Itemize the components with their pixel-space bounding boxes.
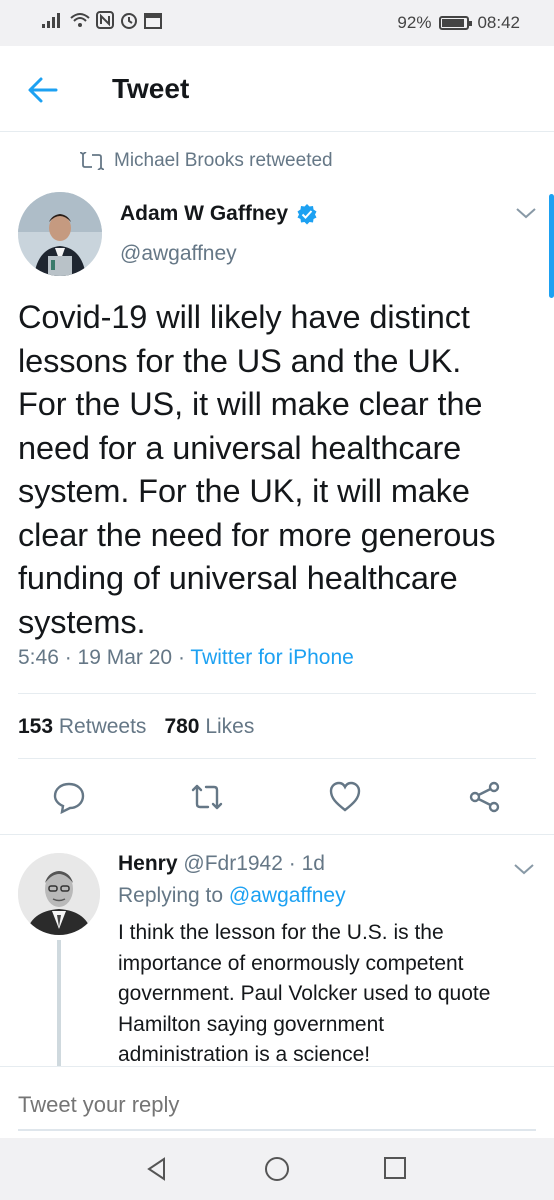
reply-author-handle[interactable]: @Fdr1942 — [183, 852, 283, 875]
likes-count: 780 — [164, 715, 200, 738]
reply-composer — [0, 1066, 554, 1138]
nav-home-icon[interactable] — [264, 1156, 290, 1182]
avatar[interactable] — [18, 192, 102, 276]
divider — [18, 693, 536, 694]
composer-underline — [18, 1129, 536, 1131]
tweet-actions — [0, 780, 554, 820]
author-photo — [18, 192, 102, 276]
reply-avatar-photo — [18, 853, 100, 935]
reply-avatar[interactable] — [18, 853, 100, 935]
reply-icon[interactable] — [52, 780, 86, 814]
nav-recents-icon[interactable] — [383, 1156, 407, 1180]
retweets-count: 153 — [18, 715, 54, 738]
reply-text: I think the lesson for the U.S. is the i… — [118, 921, 491, 1066]
reply-author-name[interactable]: Henry — [118, 852, 178, 875]
system-nav-bar — [0, 1138, 554, 1200]
clock: 08:42 — [477, 13, 520, 32]
retweet-context-text: Michael Brooks retweeted — [114, 150, 333, 171]
tweet-stats: 153 Retweets 780 Likes — [18, 715, 254, 739]
reply-header: Henry @Fdr1942 · 1d — [118, 852, 325, 876]
meta-separator: · — [288, 852, 302, 875]
retweet-action-icon[interactable] — [190, 780, 224, 814]
alarm-icon — [121, 13, 137, 29]
signal-icon — [42, 13, 60, 28]
divider — [18, 758, 536, 759]
battery-icon — [439, 16, 473, 30]
tweet-meta: 5:46 · 19 Mar 20 · Twitter for iPhone — [18, 646, 354, 670]
nav-back-icon[interactable] — [144, 1156, 170, 1182]
calendar-icon — [144, 13, 162, 29]
verified-badge-icon — [297, 204, 317, 225]
nfc-icon — [96, 11, 114, 29]
status-icons-left — [42, 11, 162, 29]
author-name[interactable]: Adam W Gaffney — [120, 202, 318, 226]
retweet-context[interactable]: Michael Brooks retweeted — [80, 150, 333, 172]
replying-to-label: Replying to — [118, 884, 224, 907]
replying-to: Replying to @awgaffney — [118, 884, 346, 908]
tweet-text: Covid-19 will likely have distinct lesso… — [18, 299, 496, 640]
arrow-left-icon[interactable] — [26, 74, 60, 106]
tweet-date: 19 Mar 20 — [77, 646, 173, 669]
scrollbar[interactable] — [549, 194, 554, 298]
chevron-down-icon[interactable] — [514, 204, 538, 222]
author-handle[interactable]: @awgaffney — [120, 242, 237, 266]
tweet-source-link[interactable]: Twitter for iPhone — [190, 646, 353, 669]
meta-separator: · — [177, 646, 191, 669]
replying-to-mention[interactable]: @awgaffney — [229, 884, 346, 907]
page-title: Tweet — [112, 73, 190, 104]
retweets-stat[interactable]: 153 Retweets — [18, 715, 146, 739]
reply-input[interactable] — [18, 1087, 518, 1123]
meta-separator: · — [64, 646, 78, 669]
likes-stat[interactable]: 780 Likes — [164, 715, 254, 739]
chevron-down-icon[interactable] — [512, 860, 536, 878]
app-header: Tweet — [0, 46, 554, 132]
like-heart-icon[interactable] — [328, 780, 362, 814]
author-name-text: Adam W Gaffney — [120, 202, 289, 225]
battery-percent: 92% — [397, 13, 432, 32]
wifi-icon — [70, 13, 90, 27]
retweets-label: Retweets — [58, 715, 147, 738]
tweet-time: 5:46 — [18, 646, 59, 669]
thread-line — [57, 940, 61, 1068]
status-icons-right: 92% 08:42 — [397, 13, 520, 33]
status-bar: 92% 08:42 — [0, 0, 554, 46]
reply-age: 1d — [301, 852, 325, 875]
retweet-icon — [80, 152, 104, 170]
tweet-detail-screen: 92% 08:42 Tweet Michael Brooks retweeted — [0, 0, 554, 1200]
share-icon[interactable] — [468, 780, 502, 814]
likes-label: Likes — [205, 715, 255, 738]
divider — [0, 834, 554, 835]
